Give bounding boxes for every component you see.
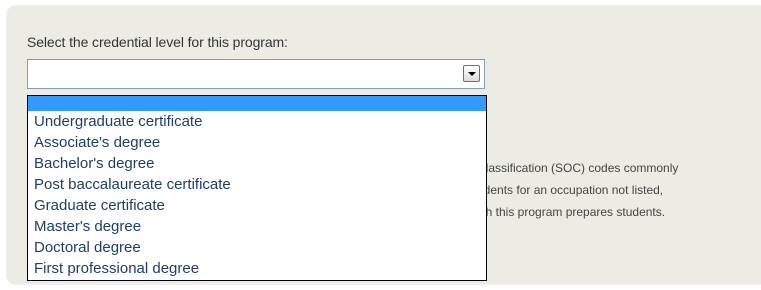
dropdown-option-undergraduate-certificate[interactable]: Undergraduate certificate [28,111,486,132]
chevron-down-icon[interactable] [463,65,480,82]
dropdown-option-blank[interactable] [28,96,486,111]
credential-level-dropdown-list[interactable]: Undergraduate certificate Associate's de… [27,95,487,281]
credential-level-label: Select the credential level for this pro… [27,34,288,50]
form-panel: Select the credential level for this pro… [7,6,761,284]
dropdown-option-doctoral-degree[interactable]: Doctoral degree [28,237,486,258]
soc-help-text-line1: Classification (SOC) codes commonly [477,161,679,175]
dropdown-option-bachelors-degree[interactable]: Bachelor's degree [28,153,486,174]
soc-help-text-line3: ich this program prepares students. [477,205,666,219]
dropdown-option-post-baccalaureate-certificate[interactable]: Post baccalaureate certificate [28,174,486,195]
dropdown-option-graduate-certificate[interactable]: Graduate certificate [28,195,486,216]
credential-level-select[interactable] [27,59,485,89]
dropdown-option-first-professional-degree[interactable]: First professional degree [28,258,486,279]
soc-help-text-line2: udents for an occupation not listed, [477,183,664,197]
dropdown-option-masters-degree[interactable]: Master's degree [28,216,486,237]
dropdown-option-associates-degree[interactable]: Associate's degree [28,132,486,153]
